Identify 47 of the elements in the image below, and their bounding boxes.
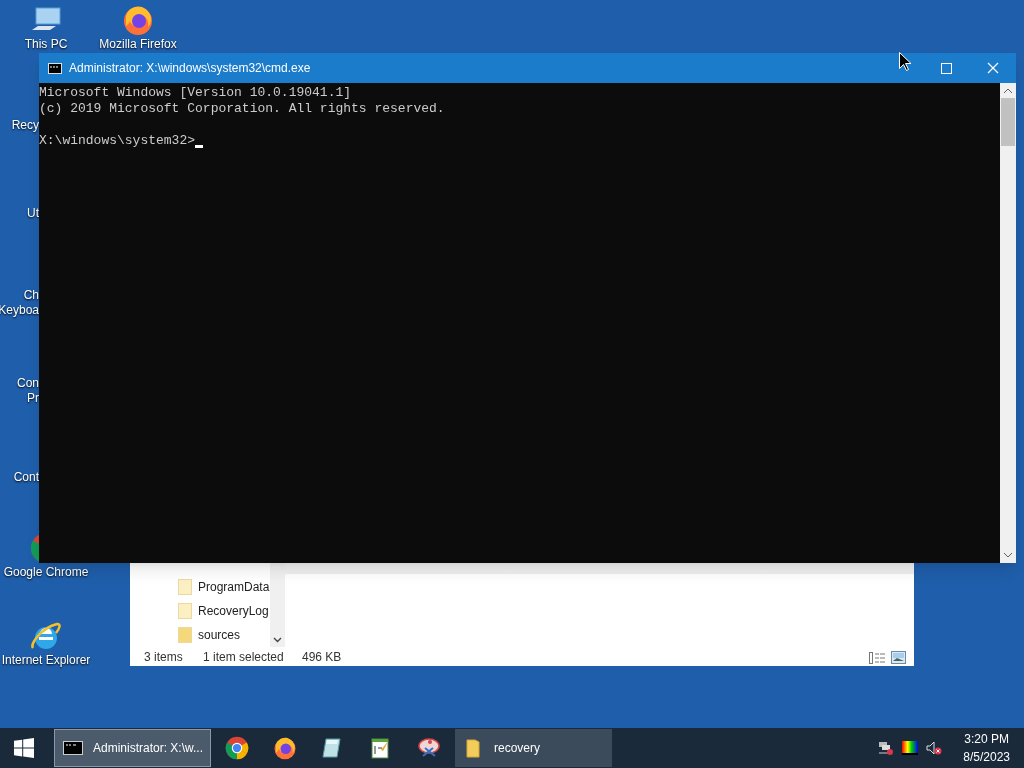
icon-label: This PC — [24, 37, 68, 52]
scroll-up-icon[interactable] — [1004, 88, 1012, 93]
taskbar-window-button[interactable]: recovery — [455, 729, 612, 767]
folder-tree-item[interactable]: sources — [178, 623, 270, 647]
console-output: Microsoft Windows [Version 10.0.19041.1] — [39, 85, 352, 100]
folder-icon — [178, 603, 192, 619]
chrome-icon[interactable] — [225, 736, 249, 760]
icon-label: Cont — [12, 470, 39, 485]
icon-label: Google Chrome — [3, 565, 89, 580]
icon-label: Internet Explorer — [1, 653, 91, 668]
firefox-icon — [122, 3, 154, 36]
volume-muted-icon[interactable] — [926, 741, 943, 755]
clock-date[interactable]: 8/5/2023 — [963, 748, 1010, 766]
status-text: 1 item selected — [203, 648, 285, 666]
icon-label: Ut — [26, 206, 39, 221]
scrollbar[interactable] — [1000, 83, 1016, 563]
clock-time[interactable]: 3:20 PM — [964, 730, 1009, 748]
command-prompt[interactable]: X:\windows\system32> — [39, 133, 196, 149]
console-icon — [63, 741, 83, 755]
scroll-thumb[interactable] — [1001, 98, 1015, 146]
close-icon[interactable] — [987, 62, 999, 74]
scroll-down-icon[interactable] — [1004, 553, 1012, 558]
folder-tree-item[interactable]: RecoveryLog — [178, 599, 270, 623]
paint-scissors-icon[interactable] — [417, 736, 441, 760]
mouse-pointer-icon — [899, 52, 911, 71]
taskbar-window-button[interactable]: Administrator: X:\w... — [54, 729, 211, 767]
windows-logo-icon — [14, 738, 34, 758]
details-view-icon[interactable] — [869, 652, 886, 664]
icon-label: Recy — [10, 118, 39, 133]
status-text: 496 KB — [302, 648, 342, 666]
folder-tree-item[interactable]: ProgramData — [178, 575, 270, 599]
folder-icon — [178, 627, 192, 643]
icon-label: Ch Keyboa — [0, 288, 39, 318]
network-disconnected-icon[interactable] — [878, 741, 895, 755]
window-title: Administrator: X:\windows\system32\cmd.exe — [69, 60, 311, 77]
maximize-icon[interactable] — [941, 63, 952, 74]
icon-label: Con Pr — [17, 376, 39, 406]
console-output: (c) 2019 Microsoft Corporation. All rights reserved. — [39, 101, 445, 116]
large-icons-view-icon[interactable] — [891, 651, 906, 664]
status-text: 3 items — [144, 648, 184, 666]
chevron-down-icon[interactable] — [273, 637, 282, 643]
folder-icon — [178, 579, 192, 595]
icon-label: Mozilla Firefox — [99, 37, 177, 52]
color-display-icon[interactable] — [902, 741, 919, 755]
console-icon — [48, 62, 62, 74]
text-cursor — [195, 145, 204, 148]
firefox-icon[interactable] — [273, 736, 297, 760]
